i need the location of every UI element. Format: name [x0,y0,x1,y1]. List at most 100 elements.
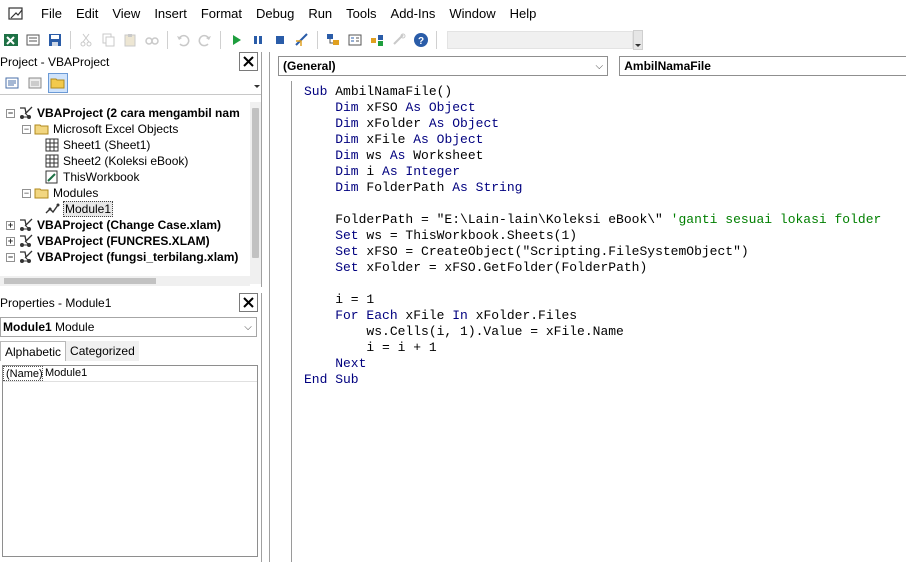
menu-insert[interactable]: Insert [147,0,194,27]
expand-icon[interactable]: + [6,220,15,230]
project-explorer-title: Project - VBAProject [0,54,110,69]
view-object-button[interactable] [25,73,45,93]
break-icon [254,35,262,44]
run-button[interactable] [226,30,246,50]
paste-button[interactable] [120,30,140,50]
tree-item[interactable]: Sheet2 (Koleksi eBook) [44,153,188,169]
code-text: FolderPath = "E:\Lain-lain\Koleksi eBook… [304,212,671,227]
sheet-icon [44,153,60,169]
tree-item[interactable]: + VBAProject (FUNCRES.XLAM) [6,233,210,249]
close-properties-button[interactable] [239,293,258,312]
code-margin-indicator-bar[interactable] [270,81,292,562]
menu-window[interactable]: Window [442,0,502,27]
code-line[interactable]: Dim xFSO As Object [304,100,906,116]
code-line[interactable]: For Each xFile In xFolder.Files [304,308,906,324]
menu-tools[interactable]: Tools [339,0,383,27]
tree-item[interactable]: − Microsoft Excel Objects [22,121,178,137]
code-line[interactable]: i = i + 1 [304,340,906,356]
code-line[interactable]: Next [304,356,906,372]
code-line[interactable]: i = 1 [304,292,906,308]
code-line[interactable]: Dim xFolder As Object [304,116,906,132]
scroll-arrow-icon[interactable] [253,75,261,91]
reset-button[interactable] [270,30,290,50]
tree-item[interactable]: − Modules [22,185,98,201]
tree-item-label: VBAProject (2 cara mengambil nam [37,106,240,120]
object-combo[interactable]: (General) ⌵ [278,56,609,76]
tree-item-label: Sheet1 (Sheet1) [63,138,151,152]
code-line[interactable]: Dim FolderPath As String [304,180,906,196]
code-line[interactable]: Set xFolder = xFSO.GetFolder(FolderPath) [304,260,906,276]
tree-item[interactable]: Module1 [44,201,114,217]
code-keyword: Dim [304,180,367,195]
code-line[interactable]: ws.Cells(i, 1).Value = xFile.Name [304,324,906,340]
toolbar-options-button[interactable] [633,29,643,50]
tree-vertical-scrollbar[interactable] [250,102,261,284]
tree-item-label: Module1 [63,201,114,217]
menu-help[interactable]: Help [503,0,544,27]
project-explorer-icon [327,33,339,45]
code-line[interactable]: Sub AmbilNamaFile() [304,84,906,100]
code-line[interactable]: End Sub [304,372,906,388]
toggle-folders-button[interactable] [48,72,68,93]
vba-project-icon [18,233,34,249]
tree-item[interactable]: + VBAProject (Change Case.xlam) [6,217,221,233]
vba-editor-app-icon [8,6,23,20]
tab-alphabetic[interactable]: Alphabetic [0,341,67,361]
collapse-icon[interactable]: − [6,252,15,262]
code-line[interactable]: Dim xFile As Object [304,132,906,148]
expand-icon[interactable]: + [6,236,15,246]
menu-file[interactable]: File [34,0,69,27]
tree-item[interactable]: − VBAProject (2 cara mengambil nam [6,105,240,121]
procedure-combo[interactable]: AmbilNamaFile [619,56,906,76]
tree-item[interactable]: − VBAProject (fungsi_terbilang.xlam) [6,249,238,265]
collapse-icon[interactable]: − [22,188,31,198]
code-line[interactable] [304,196,906,212]
code-keyword: In [452,308,476,323]
view-code-button[interactable] [2,73,22,93]
copy-button[interactable] [98,30,118,50]
code-keyword: Dim [304,132,367,147]
excel-button[interactable] [1,30,21,50]
menu-view[interactable]: View [105,0,147,27]
code-line[interactable]: Dim ws As Worksheet [304,148,906,164]
property-row[interactable]: (Name) Module1 [3,366,257,382]
folder-icon [50,78,65,88]
menu-debug[interactable]: Debug [249,0,301,27]
code-editor[interactable]: Sub AmbilNamaFile() Dim xFSO As Object D… [304,84,906,562]
code-line[interactable]: FolderPath = "E:\Lain-lain\Koleksi eBook… [304,212,906,228]
break-button[interactable] [248,30,268,50]
menu-run[interactable]: Run [301,0,339,27]
object-selector-dropdown[interactable]: Module1 Module ⌵ [0,317,257,337]
code-line[interactable]: Set xFSO = CreateObject("Scripting.FileS… [304,244,906,260]
procedure-combo-value: AmbilNamaFile [624,59,711,73]
menu-edit[interactable]: Edit [69,0,105,27]
help-button[interactable]: ? [411,30,431,50]
run-icon [233,34,241,45]
redo-button[interactable] [195,30,215,50]
insert-module-button[interactable] [23,30,43,50]
collapse-icon[interactable]: − [6,108,15,118]
undo-button[interactable] [173,30,193,50]
object-browser-button[interactable] [367,30,387,50]
project-explorer-button[interactable] [323,30,343,50]
code-keyword: Set [304,260,367,275]
toolbox-button[interactable] [389,30,409,50]
save-button[interactable] [45,30,65,50]
excel-icon [4,33,18,46]
properties-button[interactable] [345,30,365,50]
tab-categorized[interactable]: Categorized [66,341,139,361]
tree-item[interactable]: Sheet1 (Sheet1) [44,137,150,153]
design-mode-button[interactable] [292,30,312,50]
find-button[interactable] [142,30,162,50]
code-line[interactable]: Set ws = ThisWorkbook.Sheets(1) [304,228,906,244]
menu-add-ins[interactable]: Add-Ins [384,0,443,27]
property-value[interactable]: Module1 [43,366,87,381]
menu-format[interactable]: Format [194,0,249,27]
cut-button[interactable] [76,30,96,50]
tree-horizontal-scrollbar[interactable] [0,276,250,286]
code-line[interactable]: Dim i As Integer [304,164,906,180]
code-line[interactable] [304,276,906,292]
collapse-icon[interactable]: − [22,124,31,134]
tree-item[interactable]: ThisWorkbook [44,169,139,185]
close-project-explorer-button[interactable] [239,52,258,71]
